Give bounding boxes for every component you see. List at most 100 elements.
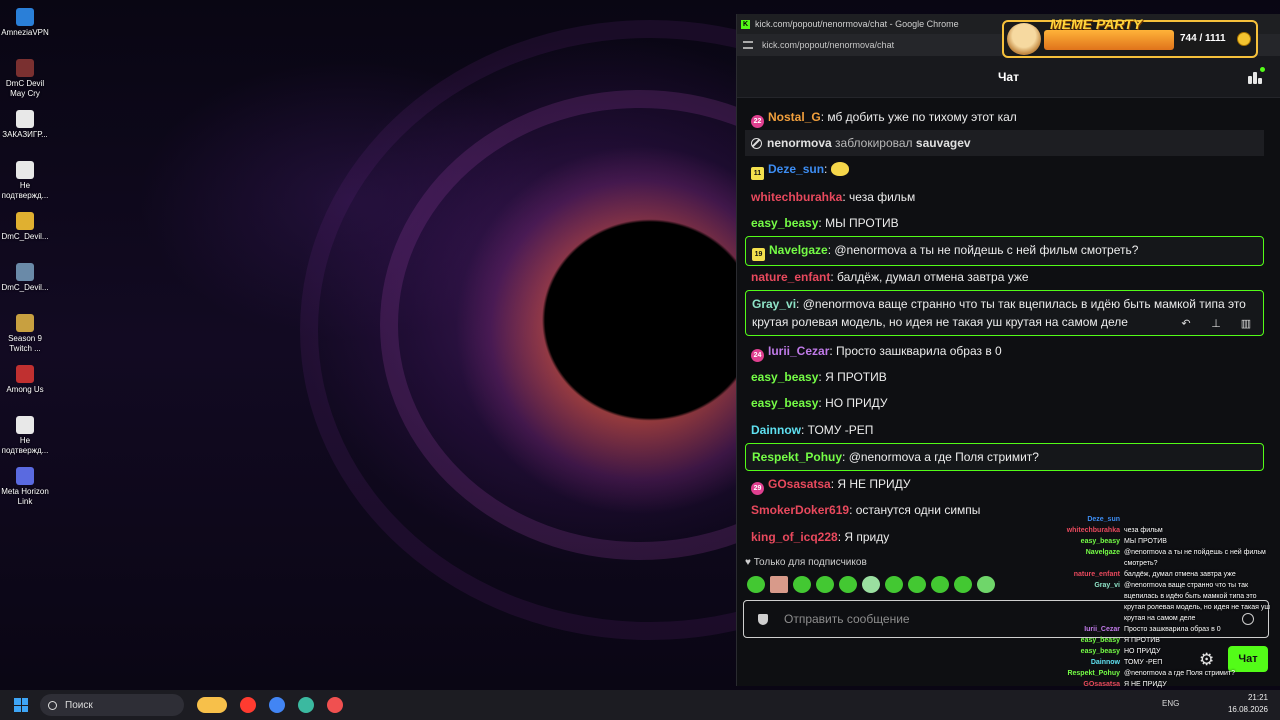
- desktop-icon-label: Among Us: [6, 385, 44, 394]
- overlay-message-text: балдёж, думал отмена завтра уже: [1124, 571, 1236, 578]
- chat-username[interactable]: easy_beasy: [751, 370, 818, 384]
- overlay-chat-line: easy_beasy Я ПРОТИВ: [1040, 635, 1276, 646]
- chat-username[interactable]: king_of_icq228: [751, 530, 838, 544]
- overlay-username: Deze_sun: [1087, 516, 1120, 523]
- emote-image: [831, 162, 850, 176]
- emote-button[interactable]: [816, 576, 834, 593]
- system-clock[interactable]: 21:21 16.08.2026: [1228, 692, 1268, 716]
- desktop-icon[interactable]: Meta Horizon Link: [0, 463, 50, 514]
- site-info-icon[interactable]: [743, 41, 753, 49]
- emote-button[interactable]: [954, 576, 972, 593]
- url-text[interactable]: kick.com/popout/nenormova/chat: [762, 40, 894, 50]
- chat-message[interactable]: nature_enfant: балдёж, думал отмена завт…: [745, 264, 1264, 290]
- chat-message[interactable]: easy_beasy: НО ПРИДУ: [745, 390, 1264, 416]
- taskbar-app-icon[interactable]: [240, 697, 256, 713]
- emote-button[interactable]: [793, 576, 811, 593]
- chat-message[interactable]: 19 Navelgaze: @nenormova а ты не пойдешь …: [745, 236, 1264, 266]
- desktop-icon-label: AmneziaVPN: [1, 28, 49, 37]
- chat-message[interactable]: 22 Nostal_G: мб добить уже по тихому этот…: [745, 104, 1264, 132]
- chat-message[interactable]: 24 Iurii_Cezar: Просто зашкварила образ в…: [745, 338, 1264, 366]
- chat-message-text: : чеза фильм: [842, 190, 916, 204]
- overlay-message-text: МЫ ПРОТИВ: [1124, 538, 1167, 545]
- desktop-app-icon: [16, 467, 34, 485]
- chat-message[interactable]: 11 Deze_sun:: [745, 156, 1264, 184]
- chat-username[interactable]: SmokerDoker619: [751, 503, 849, 517]
- chat-username[interactable]: GOsasatsa: [768, 477, 831, 491]
- emote-button[interactable]: [862, 576, 880, 593]
- emote-button[interactable]: [931, 576, 949, 593]
- overlay-chat-line: Iurii_Cezar Просто зашкварила образ в 0: [1040, 624, 1276, 635]
- desktop-icon[interactable]: AmneziaVPN: [0, 4, 50, 55]
- pin-icon[interactable]: ⊥: [1207, 315, 1225, 333]
- meme-title: MEME PARTY: [1050, 16, 1143, 32]
- chat-username[interactable]: Nostal_G: [768, 110, 821, 124]
- taskbar-search[interactable]: Поиск: [40, 694, 184, 716]
- chat-username[interactable]: nature_enfant: [751, 270, 830, 284]
- chat-message[interactable]: easy_beasy: МЫ ПРОТИВ: [745, 210, 1264, 236]
- overlay-message-text: чеза фильм: [1124, 527, 1163, 534]
- chat-username[interactable]: Gray_vi: [752, 297, 796, 311]
- emote-button[interactable]: [885, 576, 903, 593]
- desktop-app-icon: [16, 161, 34, 179]
- chat-message-text: : Я ПРОТИВ: [818, 370, 887, 384]
- users-icon[interactable]: [1248, 67, 1265, 84]
- taskbar-app-icon[interactable]: [298, 697, 314, 713]
- subscriber-badge: 29: [751, 482, 764, 495]
- chat-message[interactable]: Gray_vi: @nenormova ваще странно что ты …: [745, 290, 1264, 336]
- chat-username[interactable]: easy_beasy: [751, 216, 818, 230]
- desktop-icon[interactable]: ЗАКАЗИГР...: [0, 106, 50, 157]
- chat-message-text: : мб добить уже по тихому этот кал: [820, 110, 1017, 124]
- desktop-icon[interactable]: DmC_Devil...: [0, 259, 50, 310]
- subscriber-badge: 11: [751, 167, 764, 180]
- chat-username[interactable]: Iurii_Cezar: [768, 344, 829, 358]
- chat-username[interactable]: whitechburahka: [751, 190, 842, 204]
- chat-message-text: : МЫ ПРОТИВ: [818, 216, 899, 230]
- windows-start-icon[interactable]: [14, 698, 28, 712]
- message-actions: ↶ ⊥ ▥: [1173, 315, 1259, 333]
- chat-message[interactable]: 29 GOsasatsa: Я НЕ ПРИДУ: [745, 471, 1264, 499]
- chat-message-text: : @nenormova ваще странно что ты так вце…: [752, 297, 1246, 329]
- taskbar-app-icon[interactable]: [269, 697, 285, 713]
- desktop-icon[interactable]: DmC_Devil...: [0, 208, 50, 259]
- chat-message-text: : останутся одни симпы: [849, 503, 981, 517]
- emote-button[interactable]: [908, 576, 926, 593]
- overlay-message-text: Я НЕ ПРИДУ: [1124, 681, 1167, 688]
- chat-messages: 22 Nostal_G: мб добить уже по тихому этот…: [737, 104, 1280, 562]
- overlay-message-text: @nenormova а где Поля стримит?: [1124, 670, 1235, 677]
- chat-username[interactable]: Deze_sun: [768, 162, 824, 176]
- overlay-message-text: [1124, 514, 1276, 525]
- overlay-chat-line: whitechburahka чеза фильм: [1040, 525, 1276, 536]
- desktop-icon-label: Не подтвержд...: [1, 436, 49, 455]
- desktop-icon-label: DmC Devil May Cry: [5, 79, 45, 98]
- chat-message[interactable]: easy_beasy: Я ПРОТИВ: [745, 364, 1264, 390]
- emote-button[interactable]: [839, 576, 857, 593]
- chat-message[interactable]: Respekt_Pohuy: @nenormova а где Поля стр…: [745, 443, 1264, 471]
- chat-system-message[interactable]: nenormova заблокировал sauvagev: [745, 130, 1264, 156]
- chat-username[interactable]: Navelgaze: [769, 243, 828, 257]
- chat-username[interactable]: nenormova: [767, 136, 832, 150]
- desktop-icon[interactable]: Не подтвержд...: [0, 157, 50, 208]
- reply-icon[interactable]: ↶: [1177, 315, 1195, 333]
- overlay-message-text: @nenormova а ты не пойдешь с ней фильм с…: [1124, 549, 1266, 567]
- chat-username[interactable]: Respekt_Pohuy: [752, 450, 842, 464]
- chat-message[interactable]: whitechburahka: чеза фильм: [745, 184, 1264, 210]
- desktop-icon[interactable]: DmC Devil May Cry: [0, 55, 50, 106]
- language-indicator[interactable]: ENG: [1162, 699, 1179, 708]
- trash-icon[interactable]: ▥: [1237, 315, 1255, 333]
- taskbar-app-icon[interactable]: [197, 697, 227, 713]
- desktop-icon[interactable]: Season 9 Twitch ...: [0, 310, 50, 361]
- emote-button[interactable]: [747, 576, 765, 593]
- chat-header: Чат: [737, 56, 1280, 98]
- desktop-icon[interactable]: Among Us: [0, 361, 50, 412]
- desktop-icon[interactable]: Не подтвержд...: [0, 412, 50, 463]
- chat-message[interactable]: Dainnow: ТОМУ -РЕП: [745, 417, 1264, 443]
- banned-username[interactable]: sauvagev: [916, 136, 971, 150]
- emote-button[interactable]: [977, 576, 995, 593]
- taskbar-app-icon[interactable]: [327, 697, 343, 713]
- emote-button[interactable]: [770, 576, 788, 593]
- subscriber-badge: 22: [751, 115, 764, 128]
- stream-chat-overlay: Deze_sun whitechburahka чеза фильм easy_bea…: [1040, 514, 1276, 701]
- chat-username[interactable]: Dainnow: [751, 423, 801, 437]
- desktop-icon-label: Не подтвержд...: [1, 181, 49, 200]
- chat-username[interactable]: easy_beasy: [751, 396, 818, 410]
